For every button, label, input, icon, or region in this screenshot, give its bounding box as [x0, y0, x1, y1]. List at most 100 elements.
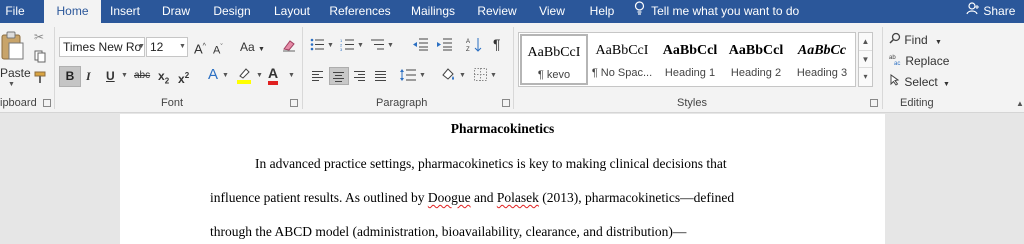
lightbulb-icon — [634, 0, 648, 23]
tab-review[interactable]: Review — [474, 0, 520, 23]
font-size-dropdown-icon[interactable]: ▼ — [179, 43, 186, 50]
paste-dropdown-icon[interactable]: ▼ — [8, 81, 15, 88]
clipboard-launcher-icon[interactable] — [43, 99, 51, 107]
sort-icon[interactable]: AZ — [466, 37, 482, 57]
justify-button[interactable] — [371, 67, 391, 85]
tab-references[interactable]: References — [328, 0, 392, 23]
cut-icon[interactable]: ✂ — [34, 29, 44, 45]
style-no-spacing[interactable]: AaBbCcI ¶ No Spac... — [588, 34, 656, 85]
collapse-ribbon-icon[interactable]: ▲ — [1016, 99, 1024, 108]
numbering-dropdown-icon[interactable]: ▼ — [357, 42, 364, 49]
paste-icon[interactable] — [0, 31, 24, 65]
strikethrough-button[interactable]: abc — [134, 68, 150, 84]
select-button[interactable]: Select ▼ — [889, 74, 950, 93]
tab-home[interactable]: Home — [44, 0, 101, 23]
tell-me-search[interactable]: Tell me what you want to do — [634, 0, 799, 23]
numbering-icon[interactable]: 123 — [340, 38, 354, 55]
increase-indent-icon[interactable] — [436, 38, 452, 55]
shading-dropdown-icon[interactable]: ▼ — [459, 72, 466, 79]
shading-icon[interactable] — [440, 67, 456, 87]
align-left-button[interactable] — [308, 67, 328, 85]
multilevel-list-icon[interactable] — [370, 38, 384, 55]
highlight-icon[interactable] — [236, 67, 252, 88]
style-kevo[interactable]: AaBbCcI ¶ kevo — [520, 34, 588, 85]
borders-icon[interactable] — [474, 68, 487, 85]
bullets-icon[interactable] — [310, 38, 324, 55]
line-spacing-icon[interactable] — [400, 68, 416, 86]
align-center-button[interactable] — [329, 67, 349, 85]
misspelled-word[interactable]: Doogue — [428, 190, 471, 205]
replace-label: Replace — [905, 54, 950, 68]
style-sample: AaBbCcI — [595, 43, 649, 58]
style-heading-3[interactable]: AaBbCc Heading 3 — [788, 34, 856, 85]
decrease-indent-icon[interactable] — [412, 38, 428, 55]
superscript-mark: 2 — [184, 71, 190, 80]
paragraph-launcher-icon[interactable] — [502, 99, 510, 107]
style-sample: AaBbCcI — [527, 45, 581, 60]
text-effects-dropdown-icon[interactable]: ▼ — [222, 72, 229, 79]
show-formatting-marks-icon[interactable]: ¶ — [493, 36, 501, 52]
tab-insert[interactable]: Insert — [104, 0, 146, 23]
bullets-dropdown-icon[interactable]: ▼ — [327, 42, 334, 49]
cursor-icon — [889, 74, 904, 89]
underline-button[interactable]: U — [106, 68, 115, 84]
multilevel-dropdown-icon[interactable]: ▼ — [387, 42, 394, 49]
font-color-button[interactable]: A — [268, 66, 279, 85]
styles-gallery-scroll[interactable]: ▲ ▼ ▾ — [858, 32, 873, 87]
style-name: ¶ No Spac... — [591, 67, 653, 79]
font-launcher-icon[interactable] — [290, 99, 298, 107]
tab-help[interactable]: Help — [584, 0, 620, 23]
style-sample: AaBbCcl — [728, 43, 784, 58]
italic-button[interactable]: I — [86, 68, 91, 84]
highlight-dropdown-icon[interactable]: ▼ — [256, 72, 263, 79]
grow-font-label: A — [194, 41, 203, 57]
style-heading-1[interactable]: AaBbCcl Heading 1 — [656, 34, 724, 85]
font-name-dropdown-icon[interactable]: ▼ — [138, 43, 145, 50]
grow-font-button[interactable]: A^ — [194, 39, 206, 57]
find-dropdown-icon[interactable]: ▼ — [935, 39, 942, 46]
more-styles-icon[interactable]: ▾ — [859, 67, 872, 84]
replace-button[interactable]: ab ac Replace — [889, 53, 949, 69]
style-heading-2[interactable]: AaBbCcl Heading 2 — [722, 34, 790, 85]
tab-view[interactable]: View — [534, 0, 570, 23]
line-spacing-dropdown-icon[interactable]: ▼ — [419, 72, 426, 79]
svg-text:ac: ac — [894, 61, 900, 65]
document-title: Pharmacokinetics — [450, 121, 555, 136]
borders-dropdown-icon[interactable]: ▼ — [490, 72, 497, 79]
document-line: through the ABCD model (administration, … — [210, 224, 687, 239]
align-right-button[interactable] — [350, 67, 370, 85]
subscript-button[interactable]: x2 — [158, 68, 169, 89]
select-dropdown-icon[interactable]: ▼ — [943, 81, 950, 88]
tab-draw[interactable]: Draw — [158, 0, 194, 23]
tab-file[interactable]: File — [0, 0, 30, 23]
superscript-button[interactable]: x2 — [178, 68, 189, 87]
tab-design[interactable]: Design — [208, 0, 256, 23]
styles-launcher-icon[interactable] — [870, 99, 878, 107]
tab-layout[interactable]: Layout — [268, 0, 316, 23]
share-button[interactable]: Share — [966, 0, 1015, 23]
clear-formatting-icon[interactable] — [282, 38, 296, 56]
tab-mailings[interactable]: Mailings — [406, 0, 460, 23]
bold-button[interactable]: B — [59, 66, 81, 87]
style-sample: AaBbCcl — [662, 43, 718, 58]
scroll-up-icon[interactable]: ▲ — [859, 33, 872, 50]
group-label-styles: Styles — [677, 97, 707, 109]
text-run: and — [470, 190, 497, 205]
find-button[interactable]: Find ▼ — [889, 32, 942, 51]
scroll-down-icon[interactable]: ▼ — [859, 50, 872, 67]
text-effects-button[interactable]: A — [208, 67, 218, 83]
find-label: Find — [904, 33, 928, 47]
align-center-icon — [333, 72, 344, 84]
document-line: In advanced practice settings, pharmacok… — [255, 156, 727, 171]
underline-dropdown-icon[interactable]: ▼ — [121, 72, 128, 79]
misspelled-word[interactable]: Polasek — [497, 190, 539, 205]
font-name-box[interactable]: Times New Ro — [59, 37, 145, 57]
copy-icon[interactable] — [34, 50, 47, 67]
divider — [882, 27, 883, 109]
font-color-dropdown-icon[interactable]: ▼ — [288, 72, 295, 79]
change-case-button[interactable]: Aa ▼ — [240, 39, 265, 58]
document-page[interactable]: Pharmacokinetics In advanced practice se… — [120, 114, 885, 244]
paste-button[interactable]: Paste — [0, 65, 31, 81]
format-painter-icon[interactable] — [34, 71, 47, 88]
shrink-font-button[interactable]: Aˇ — [213, 40, 223, 59]
